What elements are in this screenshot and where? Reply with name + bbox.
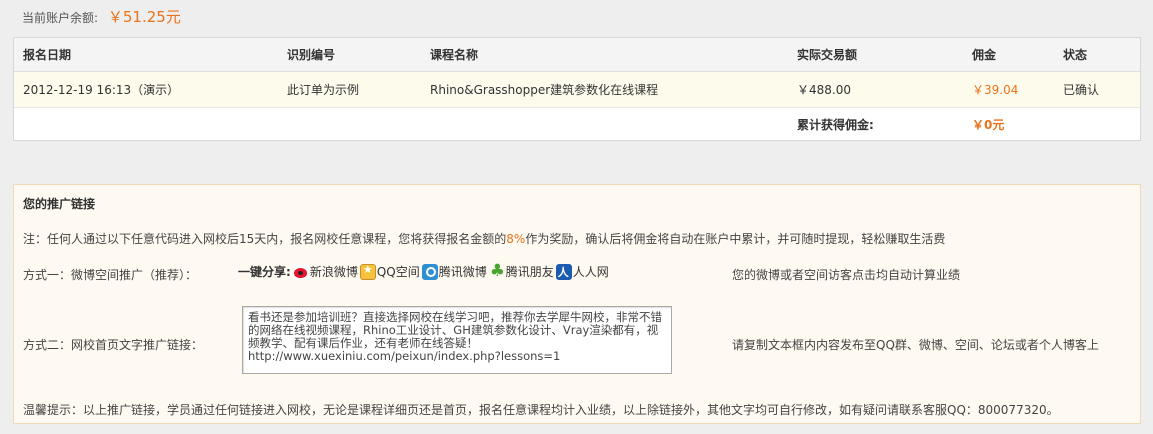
row-status: 已确认 [1063, 83, 1100, 97]
table-row: 2012-12-19 16:13（演示） 此订单为示例 Rhino&Grassh… [14, 72, 1140, 108]
share-pengyou-label: 腾讯朋友 [505, 265, 554, 279]
table-footer: 累计获得佣金: ￥0元 [14, 108, 1140, 140]
header-status: 状态 [1063, 48, 1088, 62]
promotion-panel: 您的推广链接 注：任何人通过以下任意代码进入网校后15天内，报名网校任意课程，您… [13, 184, 1141, 424]
row-course: Rhino&Grasshopper建筑参数化在线课程 [430, 83, 659, 97]
sina-weibo-icon [292, 263, 309, 280]
qzone-icon [359, 263, 376, 280]
row-commission: ￥39.04 [972, 83, 1019, 97]
share-sina-weibo-label: 新浪微博 [309, 265, 358, 279]
share-renren-label: 人人网 [572, 265, 609, 279]
share-tencent-weibo[interactable]: 腾讯微博 [421, 263, 487, 280]
method2-label: 方式二：网校首页文字推广链接： [23, 338, 204, 352]
note-suffix: 作为奖励，确认后将佣金将自动在账户中累计，并可随时提现，轻松赚取生活费 [525, 232, 946, 246]
row-id: 此订单为示例 [287, 83, 360, 97]
method1-tip: 您的微博或者空间访客点击均自动计算业绩 [732, 268, 961, 282]
account-balance: 当前账户余额: ￥51.25元 [22, 6, 181, 28]
pengyou-icon [489, 261, 505, 281]
share-qzone-label: QQ空间 [376, 265, 420, 279]
note-prefix: 注：任何人通过以下任意代码进入网校后15天内，报名网校任意课程，您将获得报名金额… [23, 232, 507, 246]
share-bar: 一键分享: 新浪微博 QQ空间 腾讯微博 腾讯朋友 人人网 [238, 261, 611, 281]
share-pengyou[interactable]: 腾讯朋友 [489, 261, 554, 281]
balance-amount: ￥51.25元 [107, 8, 181, 26]
table-header: 报名日期 识别编号 课程名称 实际交易额 佣金 状态 [14, 38, 1140, 72]
header-date: 报名日期 [23, 48, 72, 62]
header-amount: 实际交易额 [797, 48, 858, 62]
balance-label: 当前账户余额: [22, 11, 99, 25]
promo-text-box[interactable] [242, 306, 672, 374]
method1-label: 方式一：微博空间推广（推荐）： [23, 268, 198, 282]
share-label: 一键分享: [238, 265, 291, 279]
share-sina-weibo[interactable]: 新浪微博 [292, 263, 358, 280]
share-tencent-weibo-label: 腾讯微博 [438, 265, 487, 279]
promotion-title: 您的推广链接 [23, 197, 96, 211]
share-qzone[interactable]: QQ空间 [359, 263, 420, 280]
header-course: 课程名称 [430, 48, 479, 62]
commission-table: 报名日期 识别编号 课程名称 实际交易额 佣金 状态 2012-12-19 16… [13, 37, 1141, 141]
total-commission-value: ￥0元 [972, 117, 1005, 132]
note-percentage: 8% [506, 232, 526, 246]
renren-icon [555, 263, 572, 280]
row-date: 2012-12-19 16:13（演示） [23, 83, 180, 97]
row-amount: ￥488.00 [797, 83, 851, 97]
promotion-note: 注：任何人通过以下任意代码进入网校后15天内，报名网校任意课程，您将获得报名金额… [23, 230, 945, 247]
share-renren[interactable]: 人人网 [555, 263, 609, 280]
tencent-weibo-icon [421, 263, 438, 280]
method2-tip: 请复制文本框内内容发布至QQ群、微博、空间、论坛或者个人博客上 [732, 338, 1099, 352]
warm-tip: 温馨提示：以上推广链接，学员通过任何链接进入网校，无论是课程详细页还是首页，报名… [23, 403, 1059, 417]
header-commission: 佣金 [972, 48, 997, 62]
header-id: 识别编号 [287, 48, 336, 62]
total-commission-label: 累计获得佣金: [797, 117, 874, 132]
